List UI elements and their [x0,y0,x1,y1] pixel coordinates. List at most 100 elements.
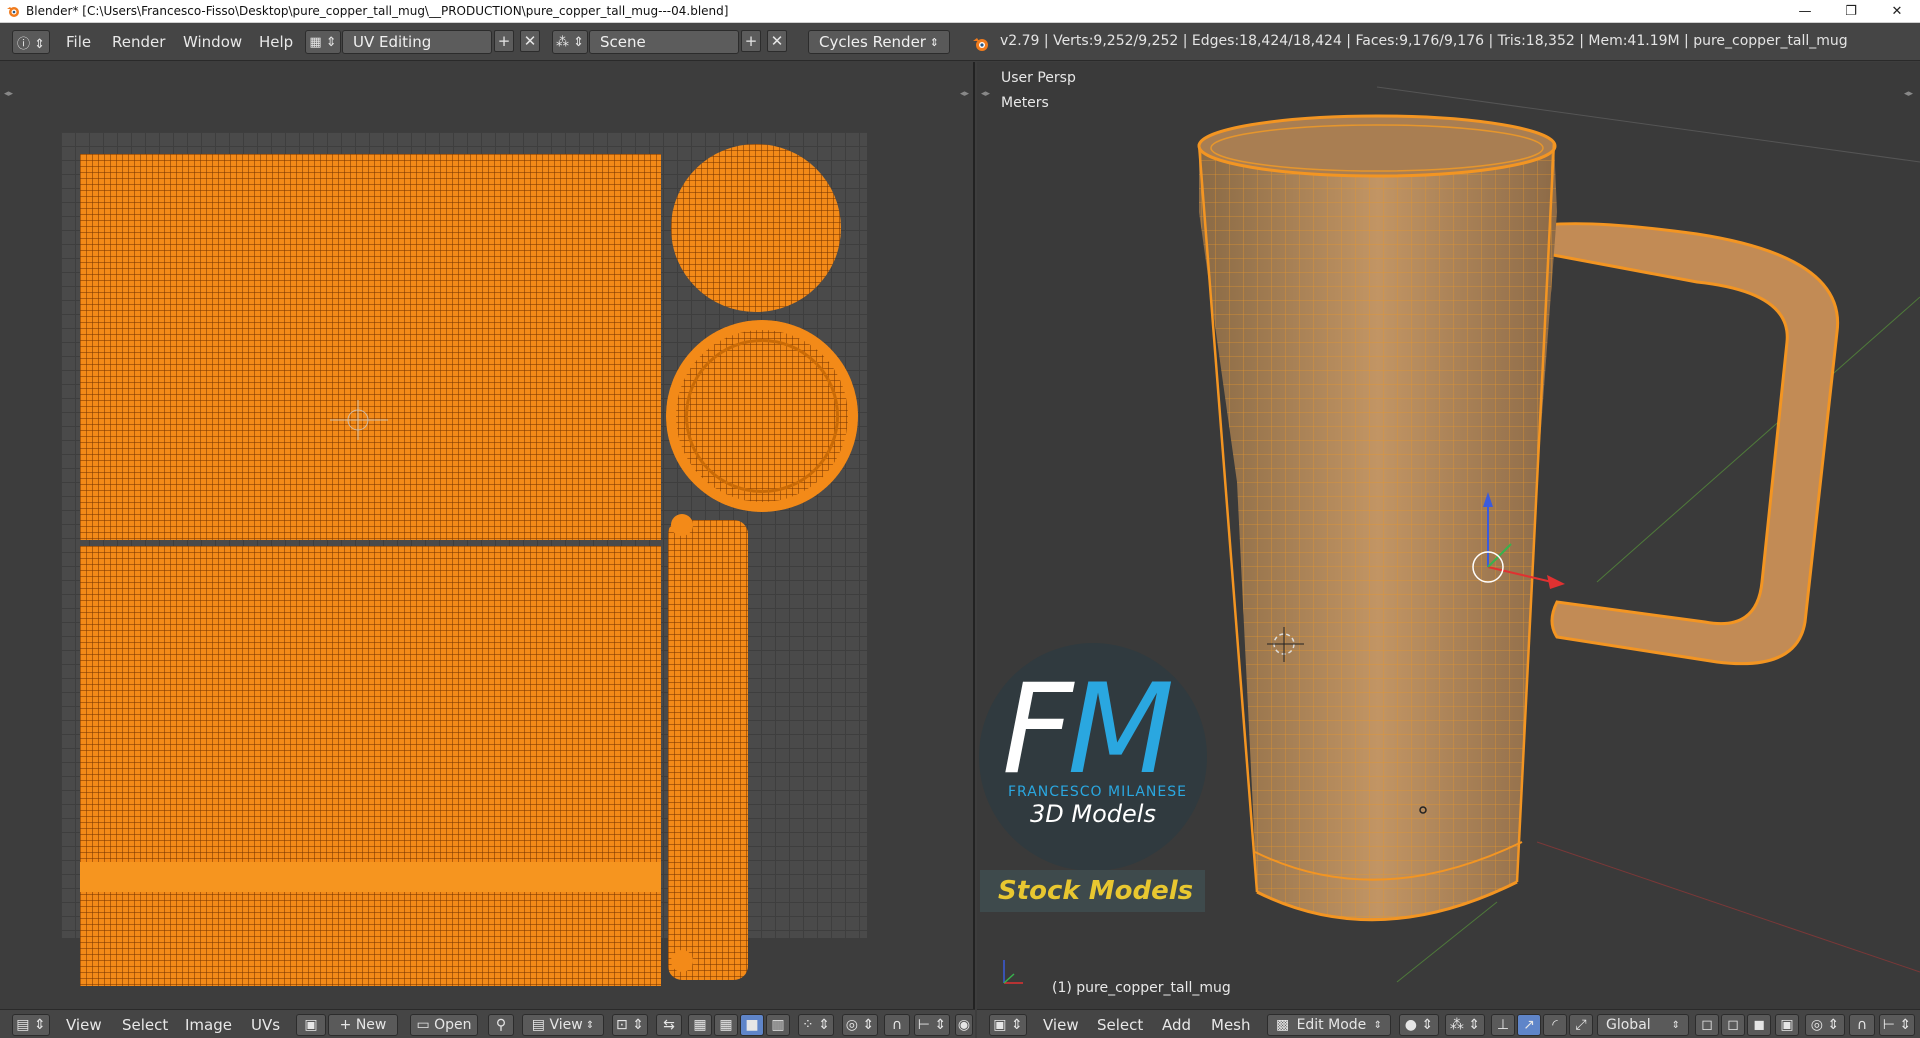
view3d-menu-select[interactable]: Select [1097,1015,1143,1035]
snap-element-select[interactable]: ⊢ ⇕ [1879,1014,1915,1036]
uv-image-editor[interactable]: ◂▸ ◂▸ [0,62,975,1009]
snap-button[interactable]: ∩ [1849,1014,1875,1036]
menu-help[interactable]: Help [259,30,293,54]
fm-logo-letters: FM [1002,668,1174,792]
region-toggle-icon[interactable]: ◂▸ [4,89,13,99]
uv-2d-cursor-icon[interactable] [330,400,390,440]
scopes-button[interactable]: ◉ [955,1014,973,1036]
view3d-menu-add[interactable]: Add [1162,1015,1191,1035]
face-select-icon: ◼ [1753,1017,1765,1033]
add-scene-button[interactable]: + [741,30,761,52]
translate-arrow-icon: ↗ [1523,1017,1535,1033]
select-vertex-mode-button[interactable]: ◻ [1695,1014,1719,1036]
rotate-manipulator-button[interactable]: ◜ [1543,1014,1567,1036]
select-edge-mode-button[interactable]: ◻ [1721,1014,1745,1036]
pivot-point-button[interactable]: ⁂ ⇕ [1445,1014,1485,1036]
limit-selection-button[interactable]: ▣ [1775,1014,1799,1036]
editor-type-info-button[interactable]: ⓘ ⇕ [12,30,50,54]
sticky-mode-button[interactable]: ⁘ ⇕ [798,1014,834,1036]
scene-field[interactable]: Scene [589,30,739,54]
maximize-button[interactable]: ❐ [1828,0,1874,23]
scene-browse-button[interactable]: ⁂ ⇕ [552,30,588,54]
transform-orientation-select[interactable]: Global ⇕ [1597,1014,1689,1036]
uv-island-handle-cap [671,950,693,972]
scale-manipulator-button[interactable]: ⤢ [1569,1014,1593,1036]
sync-icon: ⇆ [663,1017,675,1033]
uv-island-body-lower[interactable] [80,546,661,986]
uv-island-body-upper[interactable] [80,154,661,540]
image-browse-button[interactable]: ▣ [296,1014,326,1036]
logo-author-name: FRANCESCO MILANESE [1008,784,1187,800]
screen-layout-field[interactable]: UV Editing [342,30,492,54]
translate-manipulator-button[interactable]: ↗ [1517,1014,1541,1036]
view-mode-label: View [549,1017,583,1033]
3d-view-header: ▣ ⇕ View Select Add Mesh ▩ Edit Mode ⇕ ●… [977,1009,1920,1038]
screen-layout-browse-button[interactable]: ▦ ⇕ [305,30,341,54]
uv-island-handle[interactable] [668,520,748,980]
edge-icon: ▦ [719,1017,733,1033]
new-image-button[interactable]: + New [328,1014,398,1036]
rotate-icon: ◜ [1552,1017,1558,1033]
delete-scene-button[interactable]: ✕ [767,30,787,52]
render-engine-select[interactable]: Cycles Render ⇕ [808,30,950,54]
view-mode-select[interactable]: ▤ View ⇕ [522,1014,604,1036]
island-icon: ▥ [771,1017,785,1033]
editor-type-button[interactable]: ▣ ⇕ [989,1014,1027,1036]
face-icon: ■ [745,1017,759,1033]
manipulator-toggle-button[interactable]: ⊥ [1491,1014,1515,1036]
select-vertex-button[interactable]: ▦ [688,1014,712,1036]
scene-icon: ⁂ ⇕ [555,34,585,50]
updown-arrow-icon: ⇕ [1671,1019,1680,1031]
snap-toggle-button[interactable]: ∩ [884,1014,910,1036]
select-edge-button[interactable]: ▦ [714,1014,738,1036]
select-face-mode-button[interactable]: ◼ [1747,1014,1771,1036]
sync-selection-button[interactable]: ⇆ [656,1014,682,1036]
updown-arrow-icon: ⇕ [582,1019,595,1031]
plus-icon: + [744,32,758,50]
updown-arrow-icon: ⇕ [1373,1019,1382,1031]
menu-window[interactable]: Window [183,30,242,54]
vertex-select-icon: ◻ [1701,1017,1713,1033]
snap-element-icon: ⊢ ⇕ [917,1017,947,1033]
uv-island-ring [685,339,839,493]
viewport-shading-button[interactable]: ● ⇕ [1399,1014,1439,1036]
scopes-icon: ◉ [957,1017,971,1033]
pivot-select-button[interactable]: ⊡ ⇕ [612,1014,648,1036]
uv-island-circle-top[interactable] [671,144,841,312]
edge-select-icon: ◻ [1727,1017,1739,1033]
region-toggle-icon[interactable]: ◂▸ [960,89,969,99]
snap-element-button[interactable]: ⊢ ⇕ [914,1014,950,1036]
pivot-icon: ⊡ ⇕ [616,1017,644,1033]
axis-indicator-icon [1003,960,1023,984]
magnet-icon: ∩ [1856,1017,1868,1033]
manipulator-icon: ⊥ [1496,1017,1510,1033]
pin-image-button[interactable]: ⚲ [488,1014,514,1036]
folder-icon: ▭ [416,1017,435,1033]
pin-icon: ⚲ [495,1017,507,1033]
menu-file[interactable]: File [66,30,91,54]
vertex-icon: ▦ [693,1017,707,1033]
view3d-menu-mesh[interactable]: Mesh [1211,1015,1251,1035]
uv-menu-image[interactable]: Image [185,1015,232,1035]
editor-type-button[interactable]: ▤ ⇕ [12,1014,50,1036]
proportional-edit-button[interactable]: ◎ ⇕ [842,1014,878,1036]
new-image-label: New [355,1017,387,1033]
uv-menu-uvs[interactable]: UVs [251,1015,280,1035]
add-screen-button[interactable]: + [494,30,514,52]
view3d-menu-view[interactable]: View [1043,1015,1079,1035]
close-button[interactable]: ✕ [1874,0,1920,23]
proportional-editing-button[interactable]: ◎ ⇕ [1805,1014,1845,1036]
delete-screen-button[interactable]: ✕ [520,30,540,52]
plus-icon: + [497,32,511,50]
scale-icon: ⤢ [1575,1017,1587,1033]
select-face-button[interactable]: ■ [740,1014,764,1036]
minimize-button[interactable]: — [1782,0,1828,23]
scene-statistics: v2.79 | Verts:9,252/9,252 | Edges:18,424… [1000,33,1848,49]
menu-render[interactable]: Render [112,30,165,54]
proportional-icon: ◎ ⇕ [845,1017,875,1033]
open-image-button[interactable]: ▭ Open [410,1014,478,1036]
uv-menu-select[interactable]: Select [122,1015,168,1035]
uv-menu-view[interactable]: View [66,1015,102,1035]
interaction-mode-select[interactable]: ▩ Edit Mode ⇕ [1267,1014,1391,1036]
select-island-button[interactable]: ▥ [766,1014,790,1036]
